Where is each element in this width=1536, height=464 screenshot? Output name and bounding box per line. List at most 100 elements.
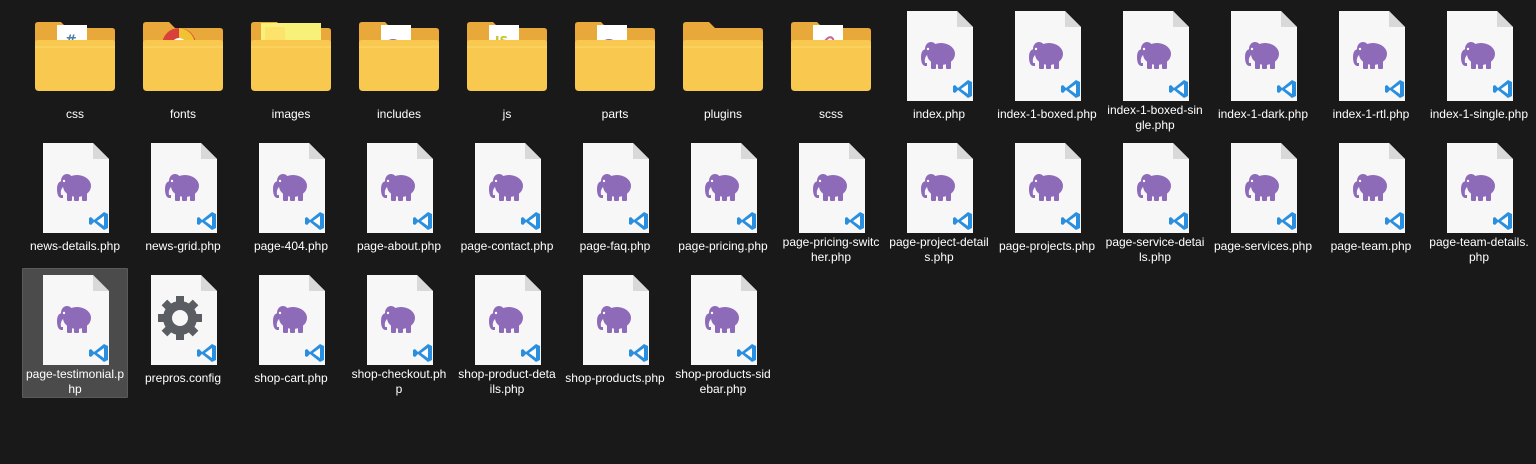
file-item[interactable]: index-1-boxed.php <box>994 4 1100 134</box>
file-item[interactable]: page-faq.php <box>562 136 668 266</box>
php-file-icon <box>459 271 555 365</box>
file-name-label: shop-cart.php <box>254 371 328 385</box>
php-file-icon <box>1323 139 1419 235</box>
file-name-label: page-about.php <box>356 239 442 253</box>
file-item[interactable]: shop-cart.php <box>238 268 344 398</box>
file-name-label: css <box>66 107 84 121</box>
file-item[interactable]: shop-products.php <box>562 268 668 398</box>
php-file-icon <box>1431 139 1527 233</box>
file-item[interactable]: index-1-rtl.php <box>1318 4 1424 134</box>
file-name-label: index-1-dark.php <box>1217 107 1309 121</box>
file-item[interactable]: shop-product-details.php <box>454 268 560 398</box>
file-item[interactable]: index-1-single.php <box>1426 4 1532 134</box>
folder-item[interactable]: fonts <box>130 4 236 134</box>
file-name-label: page-pricing-switcher.php <box>782 235 880 264</box>
file-name-label: page-faq.php <box>579 239 651 253</box>
php-file-icon <box>1107 139 1203 233</box>
file-name-label: page-testimonial.php <box>25 367 125 396</box>
folder-icon <box>351 7 447 103</box>
folder-item[interactable]: plugins <box>670 4 776 134</box>
file-name-label: js <box>502 107 512 121</box>
php-file-icon <box>999 139 1095 235</box>
file-name-label: news-grid.php <box>145 239 221 253</box>
file-item[interactable]: page-testimonial.php <box>22 268 128 398</box>
folder-icon <box>135 7 231 103</box>
php-file-icon <box>891 7 987 103</box>
folder-item[interactable]: # css <box>22 4 128 134</box>
file-name-label: shop-checkout.php <box>351 367 447 396</box>
php-file-icon <box>567 271 663 367</box>
file-name-label: prepros.config <box>144 371 222 385</box>
file-item[interactable]: page-projects.php <box>994 136 1100 266</box>
file-name-label: page-team-details.php <box>1429 235 1529 264</box>
file-item[interactable]: page-services.php <box>1210 136 1316 266</box>
file-item[interactable]: news-grid.php <box>130 136 236 266</box>
file-name-label: page-contact.php <box>460 239 554 253</box>
file-grid: # css fonts images includes JS js parts … <box>22 4 1534 400</box>
file-item[interactable]: page-service-details.php <box>1102 136 1208 266</box>
file-item[interactable]: prepros.config <box>130 268 236 398</box>
folder-icon: JS <box>459 7 555 103</box>
file-name-label: fonts <box>169 107 196 121</box>
file-item[interactable]: news-details.php <box>22 136 128 266</box>
file-item[interactable]: page-404.php <box>238 136 344 266</box>
file-name-label: page-404.php <box>253 239 329 253</box>
php-file-icon <box>675 271 771 365</box>
php-file-icon <box>1107 7 1203 101</box>
folder-icon <box>243 7 339 103</box>
php-file-icon <box>1323 7 1419 103</box>
folder-icon <box>675 7 771 103</box>
php-file-icon <box>243 271 339 367</box>
folder-icon: # <box>27 7 123 103</box>
folder-item[interactable]: includes <box>346 4 452 134</box>
php-file-icon <box>1431 7 1527 103</box>
file-item[interactable]: page-team-details.php <box>1426 136 1532 266</box>
file-name-label: page-project-details.php <box>889 235 989 264</box>
php-file-icon <box>27 139 123 235</box>
php-file-icon <box>675 139 771 235</box>
folder-item[interactable]: images <box>238 4 344 134</box>
file-item[interactable]: shop-checkout.php <box>346 268 452 398</box>
folder-icon <box>783 7 879 103</box>
php-file-icon <box>351 139 447 235</box>
folder-item[interactable]: scss <box>778 4 884 134</box>
php-file-icon <box>567 139 663 235</box>
file-name-label: shop-product-details.php <box>458 367 556 396</box>
file-item[interactable]: page-pricing.php <box>670 136 776 266</box>
php-file-icon <box>243 139 339 235</box>
php-file-icon <box>351 271 447 365</box>
php-file-icon <box>999 7 1095 103</box>
file-item[interactable]: index-1-boxed-single.php <box>1102 4 1208 134</box>
file-name-label: includes <box>376 107 422 121</box>
php-file-icon <box>783 139 879 233</box>
file-name-label: index.php <box>912 107 966 121</box>
file-item[interactable]: page-pricing-switcher.php <box>778 136 884 266</box>
file-name-label: shop-products.php <box>565 371 665 385</box>
file-item[interactable]: page-project-details.php <box>886 136 992 266</box>
php-file-icon <box>135 139 231 235</box>
php-file-icon <box>27 271 123 365</box>
folder-item[interactable]: JS js <box>454 4 560 134</box>
file-name-label: page-team.php <box>1330 239 1412 253</box>
file-item[interactable]: index-1-dark.php <box>1210 4 1316 134</box>
file-name-label: plugins <box>703 107 743 121</box>
php-file-icon <box>1215 7 1311 103</box>
file-name-label: scss <box>819 107 843 121</box>
file-name-label: page-service-details.php <box>1105 235 1205 264</box>
php-file-icon <box>891 139 987 233</box>
file-item[interactable]: page-team.php <box>1318 136 1424 266</box>
file-name-label: page-services.php <box>1213 239 1313 253</box>
file-name-label: parts <box>601 107 629 121</box>
file-name-label: shop-products-sidebar.php <box>675 367 771 396</box>
file-item[interactable]: page-contact.php <box>454 136 560 266</box>
file-item[interactable]: index.php <box>886 4 992 134</box>
file-name-label: index-1-boxed-single.php <box>1107 103 1203 132</box>
file-name-label: page-pricing.php <box>678 239 768 253</box>
file-name-label: page-projects.php <box>998 239 1096 253</box>
folder-item[interactable]: parts <box>562 4 668 134</box>
file-item[interactable]: shop-products-sidebar.php <box>670 268 776 398</box>
php-file-icon <box>1215 139 1311 235</box>
php-file-icon <box>459 139 555 235</box>
file-name-label: index-1-single.php <box>1429 107 1529 121</box>
file-item[interactable]: page-about.php <box>346 136 452 266</box>
